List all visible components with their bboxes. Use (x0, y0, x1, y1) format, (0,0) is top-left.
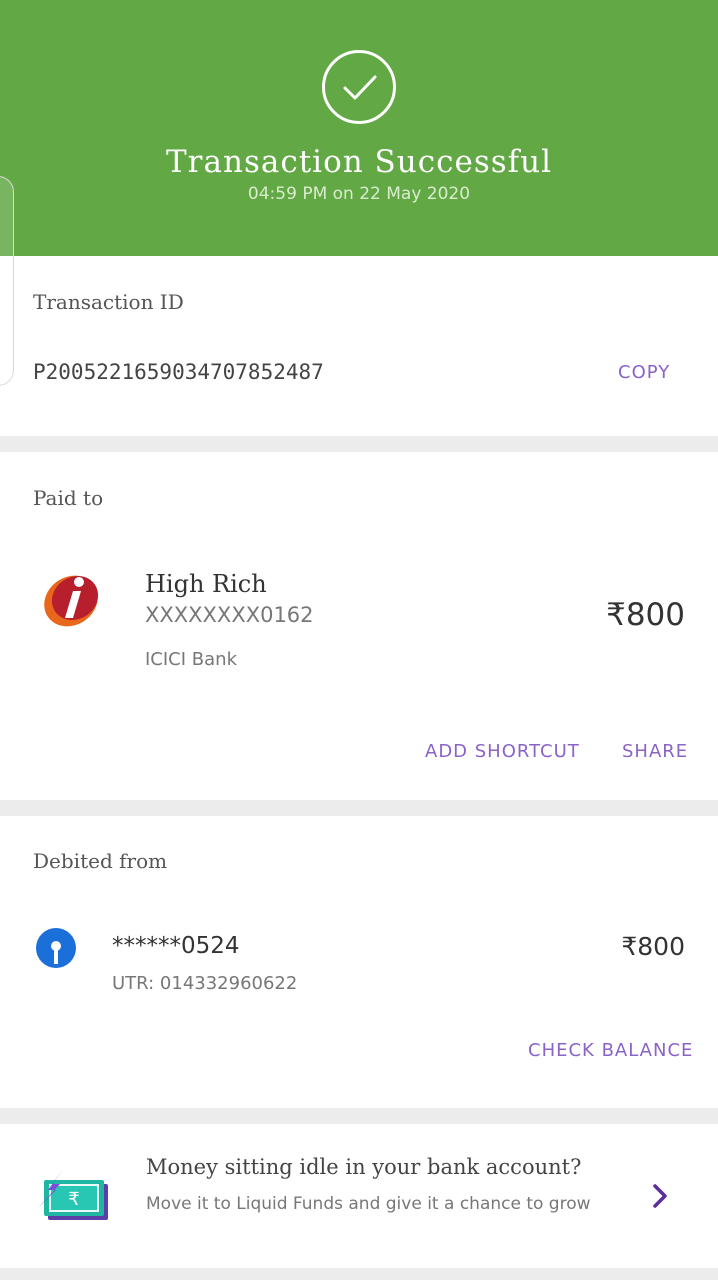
icici-logo-icon (40, 568, 102, 630)
money-flash-icon: ₹ (34, 1168, 110, 1226)
promo-subtitle: Move it to Liquid Funds and give it a ch… (146, 1194, 591, 1214)
paid-to-card: Paid to High Rich XXXXXXXX0162 ICICI Ban… (0, 452, 718, 800)
promo-title: Money sitting idle in your bank account? (146, 1155, 582, 1179)
debited-amount: ₹800 (621, 932, 685, 961)
transaction-id-value: P2005221659034707852487 (33, 360, 324, 384)
copy-button[interactable]: COPY (618, 362, 670, 383)
payee-name: High Rich (145, 570, 267, 598)
check-balance-button[interactable]: CHECK BALANCE (528, 1040, 693, 1061)
transaction-id-card: Transaction ID P2005221659034707852487 C… (0, 256, 718, 436)
transaction-datetime: 04:59 PM on 22 May 2020 (247, 184, 471, 204)
svg-text:₹: ₹ (68, 1189, 79, 1210)
sbi-logo-icon (36, 928, 76, 968)
debit-account: ******0524 (112, 933, 240, 959)
paid-to-label: Paid to (33, 486, 104, 510)
payee-bank: ICICI Bank (145, 649, 237, 670)
success-check-icon (322, 50, 396, 124)
page-title: Transaction Successful (166, 144, 552, 180)
debited-from-label: Debited from (33, 849, 168, 873)
side-drawer-handle[interactable] (0, 176, 14, 386)
debited-from-card: Debited from ******0524 UTR: 01433296062… (0, 816, 718, 1108)
add-shortcut-button[interactable]: ADD SHORTCUT (425, 741, 580, 762)
payee-account: XXXXXXXX0162 (145, 603, 314, 627)
utr-number: UTR: 014332960622 (112, 973, 298, 994)
success-header: Transaction Successful 04:59 PM on 22 Ma… (0, 0, 718, 256)
paid-amount: ₹800 (606, 597, 685, 633)
share-button[interactable]: SHARE (622, 741, 688, 762)
transaction-id-label: Transaction ID (33, 290, 184, 314)
liquid-funds-promo-card[interactable]: ₹ Money sitting idle in your bank accoun… (0, 1124, 718, 1268)
chevron-right-icon[interactable] (650, 1182, 670, 1210)
